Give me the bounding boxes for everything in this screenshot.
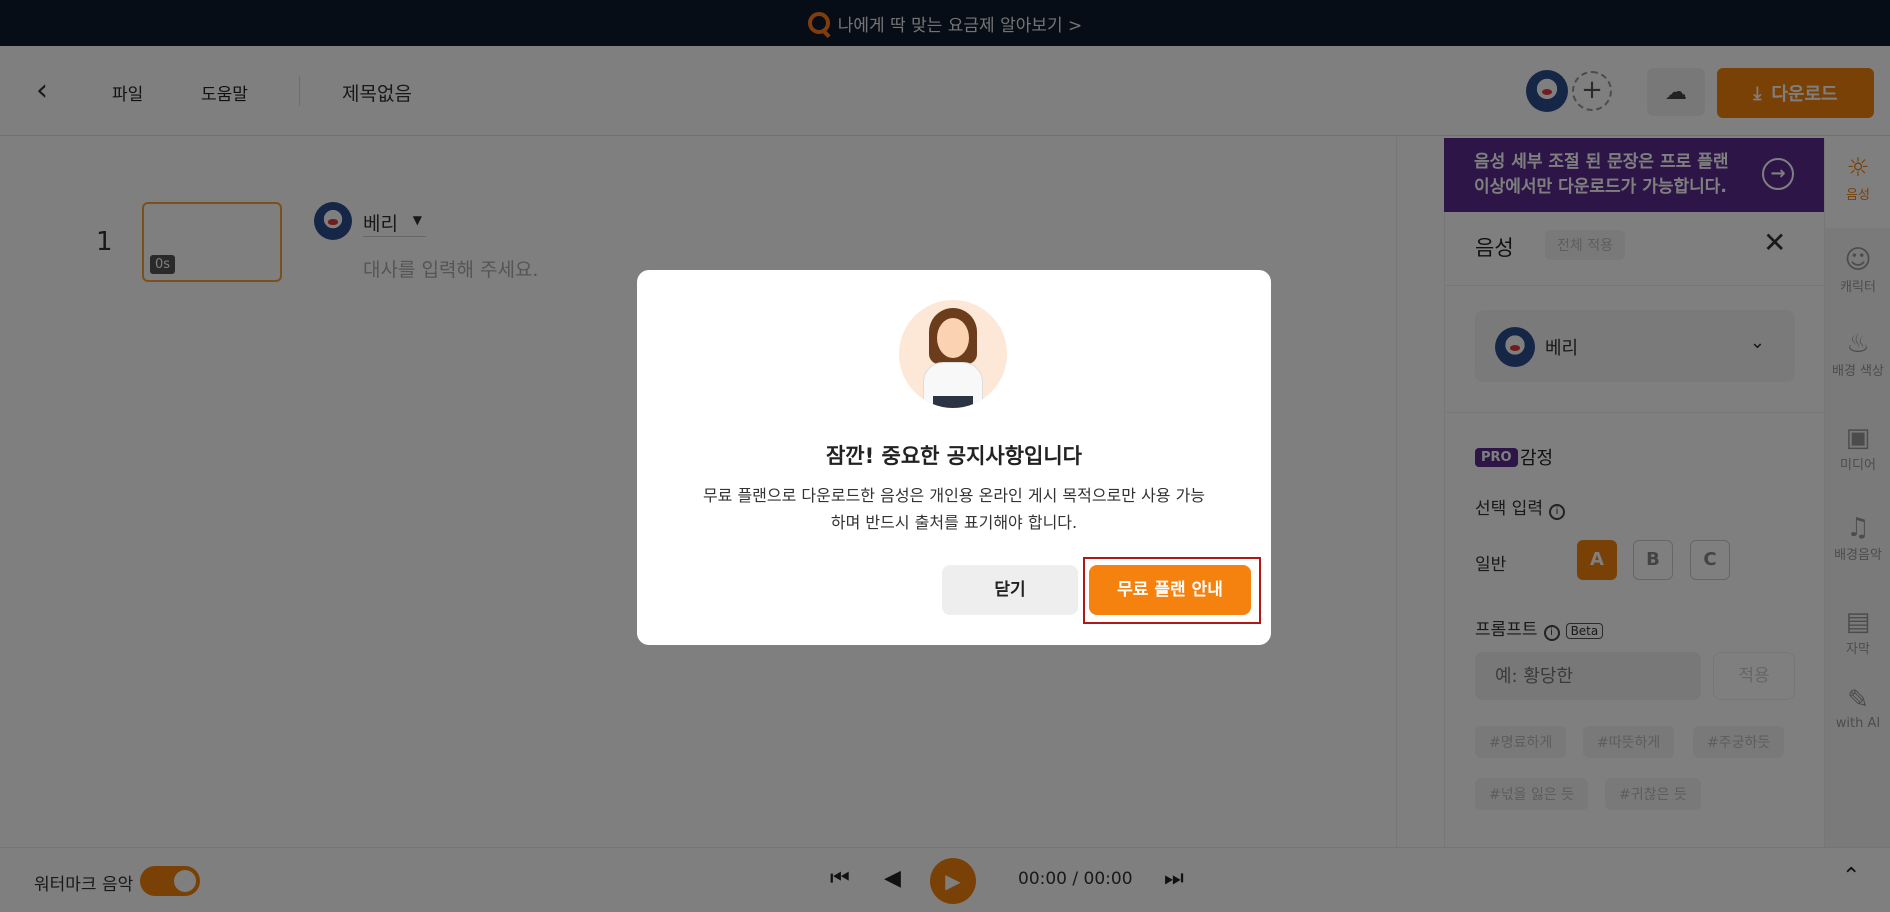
- character-illustration: [899, 300, 1007, 408]
- illustration-face: [937, 318, 969, 358]
- illustration-skirt: [933, 396, 973, 408]
- modal-body: 무료 플랜으로 다운로드한 음성은 개인용 온라인 게시 목적으로만 사용 가능…: [702, 486, 1206, 532]
- close-button[interactable]: 닫기: [942, 565, 1078, 615]
- modal-title: 잠깐! 중요한 공지사항입니다: [825, 444, 1083, 468]
- highlight-box: [1083, 557, 1261, 624]
- notice-modal: 잠깐! 중요한 공지사항입니다 무료 플랜으로 다운로드한 음성은 개인용 온라…: [637, 270, 1271, 645]
